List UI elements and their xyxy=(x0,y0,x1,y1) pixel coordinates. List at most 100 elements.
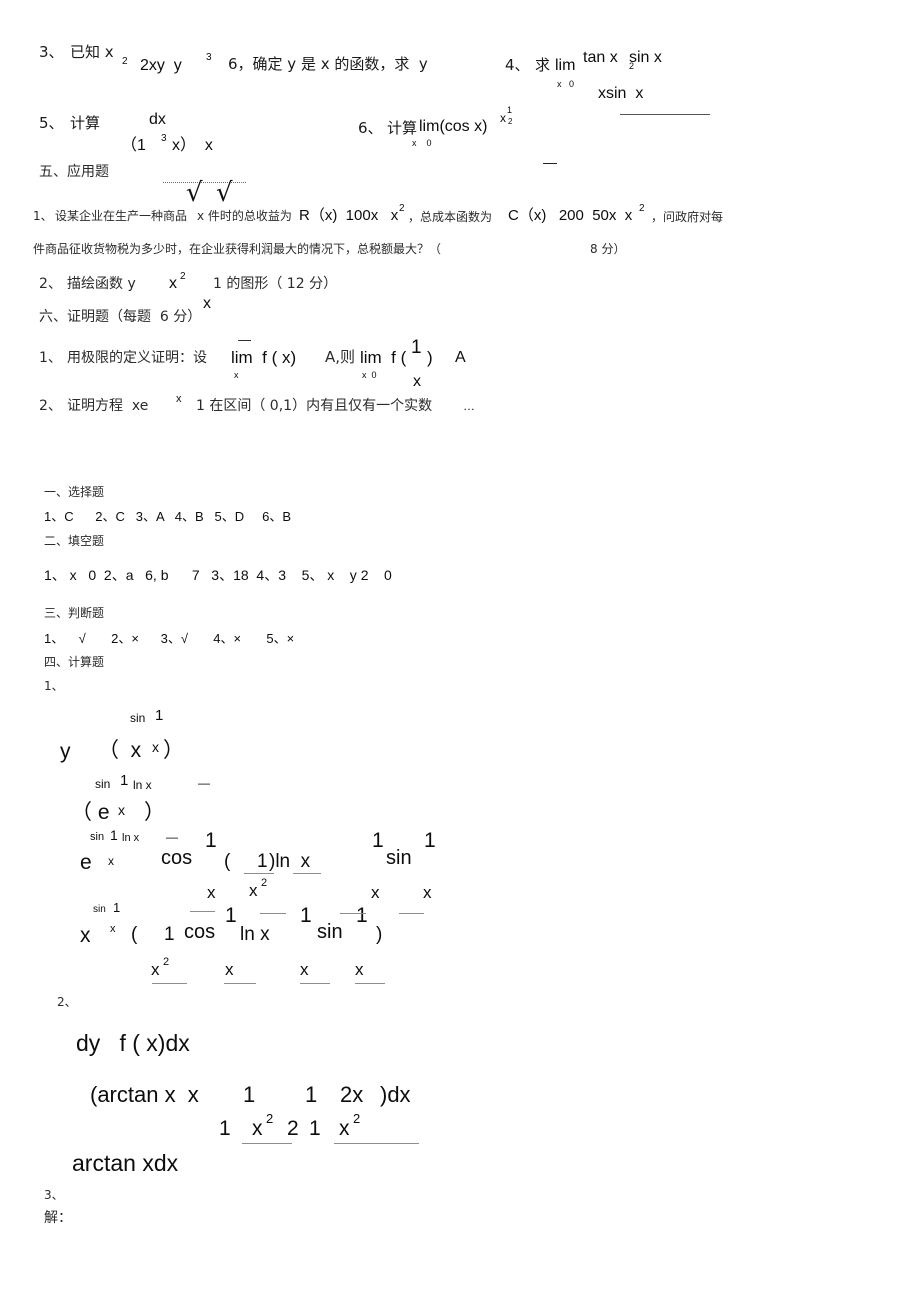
answer-1-line2-close: ） xyxy=(144,801,165,824)
question-3-expr-b: 6，确定 y 是 x 的函数，求 y xyxy=(228,55,428,73)
answer-1-line3-frac2-den: x xyxy=(371,883,380,902)
answer-2-line2-d2sup: 2 xyxy=(353,1111,361,1126)
section-five-p2-expr-x: x xyxy=(169,275,177,292)
section-six-heading: 六、证明题（每题 6 分） xyxy=(39,309,202,325)
answer-2-line2-mid: 2 xyxy=(287,1117,299,1140)
question-6-superscript-1: 1 xyxy=(507,105,513,115)
answer-1-fraction-bar-f xyxy=(224,983,256,984)
answer-1-line3-frac1-den: x xyxy=(249,881,258,900)
question-5-number: 5、 xyxy=(39,114,64,132)
question-5-verb: 计算 xyxy=(70,114,101,132)
question-4-numerator-subscript-2: 2 xyxy=(629,61,635,71)
answer-1-line2-sin: sin xyxy=(95,777,111,791)
answer-2-line2-n1: 1 xyxy=(243,1082,256,1107)
answers-section-one-answers: 1、C 2、C 3、A 4、B 5、D 6、B xyxy=(44,509,292,524)
section-six-p2-text-b: 1 在区间（ 0,1）内有且仅有一个实数 xyxy=(196,398,433,414)
answer-1-line4-lnx: ln x xyxy=(240,924,270,945)
section-five-p1-line2: 件商品征收货物税为多少时，在企业获得利润最大的情况下，总税额最大？（ xyxy=(33,242,442,256)
section-six-p2-number: 2、 xyxy=(39,398,62,414)
question-6-trailing-dash: — xyxy=(543,154,557,170)
answers-item-3-number: 3、 xyxy=(44,1188,64,1202)
question-5-radical-icon-2: √ xyxy=(216,178,233,208)
answer-1-line4-cos: cos xyxy=(184,921,216,943)
question-3-sup-3: 3 xyxy=(206,52,212,63)
answer-1-line2-x: x xyxy=(118,802,125,818)
question-3-number: 3、 xyxy=(39,43,64,61)
answer-1-fraction-bar-j xyxy=(293,873,321,874)
question-5-denominator-b: x） x xyxy=(172,137,213,154)
answer-1-fraction-bar-b xyxy=(260,913,286,914)
answer-1-line4-frac-a-den: x xyxy=(151,960,160,979)
answer-1-line4-frac-a-num: 1 xyxy=(164,924,175,945)
section-six-p2-trailing: … xyxy=(463,399,475,413)
question-5-radical-icon-1: √ xyxy=(186,178,203,208)
answer-1-fraction-bar-a xyxy=(190,911,215,912)
section-five-p1-text-a: 设某企业在生产一种商品 xyxy=(55,209,188,223)
section-five-p1-cost-function: C（x) 200 50x x xyxy=(508,207,633,224)
section-six-p1-fraction-denominator: x xyxy=(413,373,421,390)
answer-1-line3-sin2: sin xyxy=(386,847,412,869)
answers-item-1-number: 1、 xyxy=(44,679,64,693)
section-six-p1-limit-b-subscript: x 0 xyxy=(362,370,377,380)
section-six-p2-text-a: 证明方程 xe xyxy=(67,398,149,414)
answer-1-line3-frac1-num: 1 xyxy=(257,851,268,872)
answer-1-line4-1: 1 xyxy=(113,900,121,915)
answer-1-fraction-bar-h xyxy=(355,983,385,984)
section-six-p1-text: 用极限的定义证明：设 xyxy=(67,350,207,366)
answer-1-line4-frac-b-num: 1 xyxy=(225,904,237,927)
section-five-heading: 五、应用题 xyxy=(39,164,109,180)
question-4-number: 4、 xyxy=(505,56,530,74)
answer-2-line2-n3: 2x xyxy=(340,1082,364,1107)
answers-section-one-heading: 一、选择题 xyxy=(44,485,105,499)
answer-1-line3-paren-open: ( xyxy=(224,851,231,872)
section-five-p2-text-a: 描绘函数 y xyxy=(67,276,136,292)
answer-1-fraction-bar-c xyxy=(340,913,366,914)
answer-1-line3-frac3-num: 1 xyxy=(424,829,436,852)
section-six-p1-number: 1、 xyxy=(39,350,62,366)
answer-1-line4-subx: x xyxy=(110,923,116,935)
answer-1-line4-frac-a-den-sup: 2 xyxy=(163,956,170,968)
answer-2-line3: arctan xdx xyxy=(72,1150,179,1176)
section-five-p1-text-b: x 件时的总收益为 xyxy=(197,209,292,223)
question-4-numerator-tanx: tan x xyxy=(583,49,618,66)
answer-1-line4-frac-c-num: 1 xyxy=(300,904,312,927)
section-five-p1-revenue-function: R（x) 100x x xyxy=(299,207,399,224)
answer-2-fraction-bar-2 xyxy=(334,1143,419,1144)
answer-1-line1-y: y xyxy=(60,740,71,763)
answer-1-line3-sin: sin xyxy=(90,831,105,843)
question-6-limit-subscript: x 0 xyxy=(412,138,432,148)
question-6-superscript-2: 2 xyxy=(508,117,513,126)
question-6-verb: 计算 xyxy=(387,119,418,137)
question-6-number: 6、 xyxy=(358,119,383,137)
section-six-p1-limit-a-subscript: x xyxy=(234,370,239,380)
answer-1-fraction-bar-d xyxy=(399,913,424,914)
section-six-p2-superscript-x: x xyxy=(176,393,182,405)
answer-2-line2-d2x: x xyxy=(339,1117,350,1140)
answers-item-3-solution-label: 解： xyxy=(44,1210,72,1226)
answer-1-line1-sup-x: x xyxy=(152,739,159,755)
section-six-p1-result-b: A xyxy=(455,349,466,366)
section-five-p1-score: 8 分） xyxy=(590,242,626,256)
answer-1-line3-frac3-den: x xyxy=(423,883,432,902)
answer-1-line4-x: x xyxy=(80,924,91,947)
answer-2-line2-d1sup: 2 xyxy=(266,1111,274,1126)
section-five-p2-expr-superscript: 2 xyxy=(180,271,186,282)
question-4-denominator: xsin x xyxy=(598,85,644,102)
answer-1-fraction-bar-i xyxy=(244,873,274,874)
question-4-verb: 求 xyxy=(535,56,551,74)
answer-1-line3-cos-frac-den: x xyxy=(207,883,216,902)
answer-1-line2-open: （ e xyxy=(71,801,110,824)
section-five-p1-text-d: ，问政府对每 xyxy=(651,210,724,224)
answer-2-fraction-bar-1 xyxy=(242,1143,292,1144)
section-six-p1-fraction-numerator: 1 xyxy=(411,337,422,358)
section-five-p1-cost-superscript: 2 xyxy=(639,203,645,214)
answer-1-line1-sup-1: 1 xyxy=(155,707,164,724)
question-4-lim: lim xyxy=(555,57,576,74)
answer-2-line2-d2: 1 xyxy=(309,1117,321,1140)
question-5-denominator-superscript-3: 3 xyxy=(161,133,167,144)
answer-1-line3-e: e xyxy=(80,851,92,874)
section-five-p2-text-b: 1 的图形（ 12 分） xyxy=(213,276,338,292)
answer-1-line4-frac-c-den: x xyxy=(300,960,309,979)
section-six-p1-limit-b: lim f ( xyxy=(360,348,407,367)
answer-1-line2-lnx: ln x xyxy=(133,778,152,792)
